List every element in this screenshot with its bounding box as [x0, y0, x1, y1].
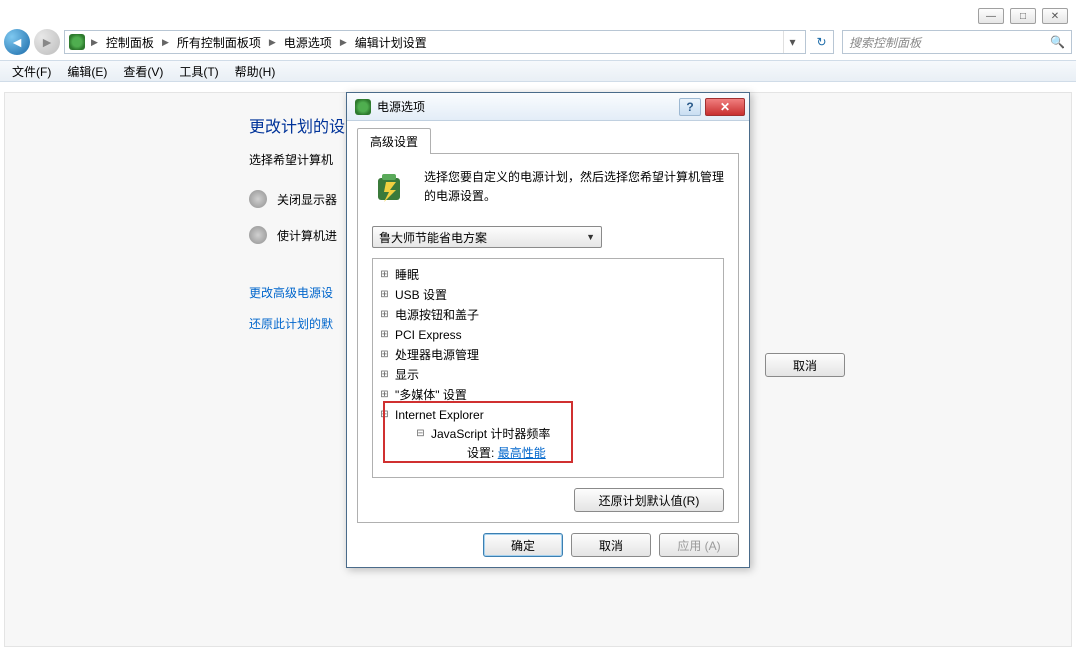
- minimize-button[interactable]: —: [978, 8, 1004, 24]
- tree-power-buttons[interactable]: 电源按钮和盖子: [377, 305, 719, 325]
- tree-multimedia[interactable]: "多媒体" 设置: [377, 385, 719, 405]
- breadcrumb[interactable]: ▶ 控制面板 ▶ 所有控制面板项 ▶ 电源选项 ▶ 编辑计划设置 ▾: [64, 30, 806, 54]
- tree-internet-explorer[interactable]: Internet Explorer JavaScript 计时器频率 设置: 最…: [377, 405, 719, 465]
- breadcrumb-item[interactable]: 编辑计划设置: [353, 34, 429, 51]
- tree-display[interactable]: 显示: [377, 365, 719, 385]
- tree-js-timer[interactable]: JavaScript 计时器频率 设置: 最高性能: [413, 424, 719, 464]
- cancel-button[interactable]: 取消: [765, 353, 845, 377]
- breadcrumb-item[interactable]: 控制面板: [104, 34, 156, 51]
- dialog-title: 电源选项: [377, 98, 679, 115]
- tree-ie-label: Internet Explorer: [395, 408, 484, 422]
- search-input[interactable]: 搜索控制面板 🔍: [842, 30, 1072, 54]
- chevron-right-icon: ▶: [265, 37, 280, 48]
- nav-forward-button[interactable]: ►: [34, 29, 60, 55]
- restore-defaults-button[interactable]: 还原计划默认值(R): [574, 488, 724, 512]
- refresh-button[interactable]: ↻: [810, 30, 834, 54]
- power-options-icon: [355, 99, 371, 115]
- menu-view[interactable]: 查看(V): [123, 63, 163, 80]
- menu-file[interactable]: 文件(F): [12, 63, 51, 80]
- link-restore-defaults[interactable]: 还原此计划的默: [249, 315, 345, 332]
- ok-button[interactable]: 确定: [483, 533, 563, 557]
- power-plan-select[interactable]: 鲁大师节能省电方案 ▼: [372, 226, 602, 248]
- power-plan-value: 鲁大师节能省电方案: [379, 229, 487, 246]
- setting-label: 设置:: [467, 446, 494, 460]
- breadcrumb-item[interactable]: 电源选项: [282, 34, 334, 51]
- cancel-button[interactable]: 取消: [571, 533, 651, 557]
- link-advanced-settings[interactable]: 更改高级电源设: [249, 284, 345, 301]
- search-icon: 🔍: [1050, 35, 1065, 49]
- tree-js-timer-label: JavaScript 计时器频率: [431, 427, 550, 441]
- chevron-right-icon: ▶: [336, 37, 351, 48]
- display-off-icon: [249, 190, 267, 208]
- option-display-off: 关闭显示器: [277, 191, 337, 208]
- tab-advanced[interactable]: 高级设置: [357, 128, 431, 154]
- chevron-down-icon: ▼: [586, 232, 595, 242]
- help-button[interactable]: ?: [679, 98, 701, 116]
- sleep-icon: [249, 226, 267, 244]
- nav-back-button[interactable]: ◄: [4, 29, 30, 55]
- search-placeholder: 搜索控制面板: [849, 34, 921, 51]
- page-title: 更改计划的设: [249, 113, 345, 137]
- breadcrumb-dropdown[interactable]: ▾: [783, 31, 801, 53]
- tree-cpu-power[interactable]: 处理器电源管理: [377, 345, 719, 365]
- menu-help[interactable]: 帮助(H): [235, 63, 276, 80]
- breadcrumb-item[interactable]: 所有控制面板项: [175, 34, 263, 51]
- tree-sleep[interactable]: 睡眠: [377, 265, 719, 285]
- power-options-dialog: 电源选项 ? ✕ 高级设置 选择您要自定义的电源计划，然后选择您希望计算机管理的…: [346, 92, 750, 568]
- menu-edit[interactable]: 编辑(E): [67, 63, 107, 80]
- chevron-right-icon: ▶: [158, 37, 173, 48]
- battery-icon: [372, 168, 412, 208]
- setting-value[interactable]: 最高性能: [498, 446, 546, 460]
- control-panel-icon: [69, 34, 85, 50]
- close-window-button[interactable]: ✕: [1042, 8, 1068, 24]
- apply-button[interactable]: 应用 (A): [659, 533, 739, 557]
- menubar: 文件(F) 编辑(E) 查看(V) 工具(T) 帮助(H): [0, 60, 1076, 82]
- menu-tools[interactable]: 工具(T): [179, 63, 218, 80]
- chevron-right-icon: ▶: [87, 37, 102, 48]
- option-sleep: 使计算机进: [277, 227, 337, 244]
- close-dialog-button[interactable]: ✕: [705, 98, 745, 116]
- tree-pci-express[interactable]: PCI Express: [377, 325, 719, 345]
- dialog-description: 选择您要自定义的电源计划，然后选择您希望计算机管理的电源设置。: [424, 168, 724, 206]
- tree-js-timer-setting[interactable]: 设置: 最高性能: [449, 443, 719, 463]
- maximize-button[interactable]: □: [1010, 8, 1036, 24]
- page-subtitle: 选择希望计算机: [249, 151, 345, 168]
- tree-usb[interactable]: USB 设置: [377, 285, 719, 305]
- settings-tree[interactable]: 睡眠 USB 设置 电源按钮和盖子 PCI Express 处理器电源管理 显示…: [372, 258, 724, 478]
